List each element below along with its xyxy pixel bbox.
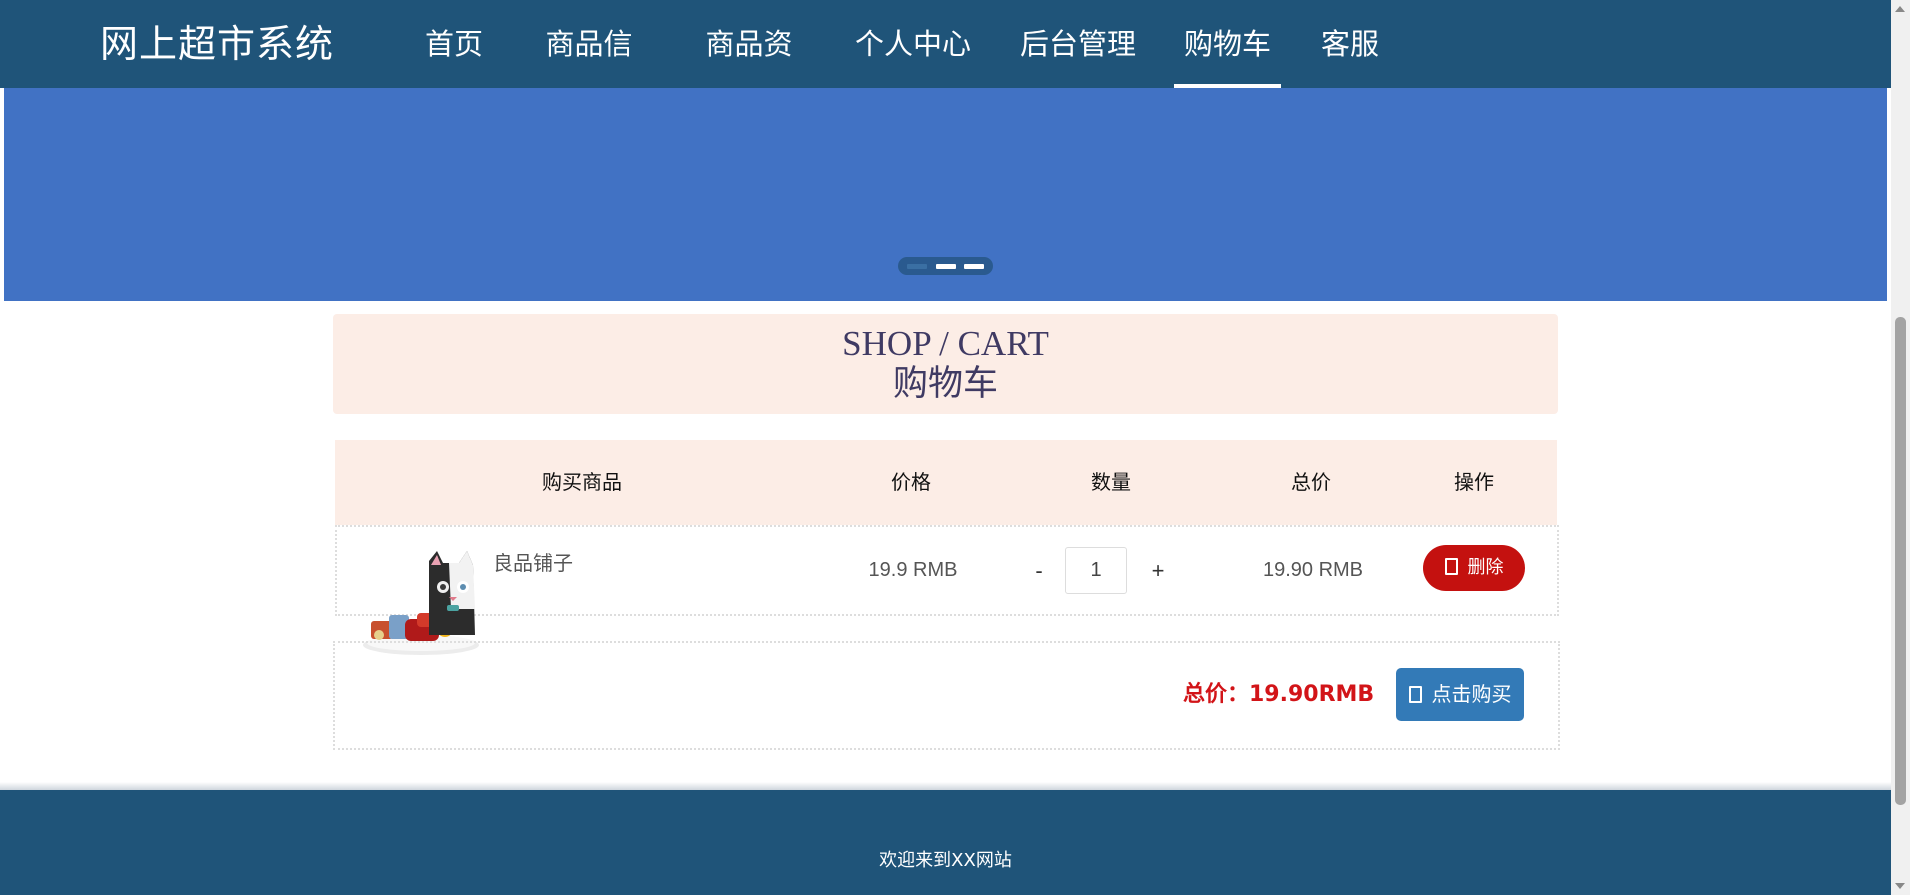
nav-product-info[interactable]: 商品信息 [533,0,645,149]
column-subtotal: 总价 [1291,470,1331,494]
nav-product-news[interactable]: 商品资讯 [693,0,805,149]
checkout-panel: 总价：19.90RMB 点击购买 [333,641,1560,750]
site-header: 网上超市系统 首页 商品信息 商品资讯 个人中心 后台管理 购物车 客服 [0,0,1891,149]
buy-button-label: 点击购买 [1431,682,1512,706]
cart-icon [1408,685,1422,703]
column-action: 操作 [1454,470,1494,494]
nav-admin[interactable]: 后台管理 [1020,0,1136,88]
nav-cart[interactable]: 购物车 [1174,0,1281,88]
quantity-decrease-button[interactable]: - [1035,527,1042,614]
cart-table-header: 购买商品 价格 数量 总价 操作 [335,440,1557,525]
product-name[interactable]: 良品铺子 [493,547,573,576]
footer-text: 欢迎来到XX网站 [879,850,1012,871]
delete-button-label: 删除 [1467,557,1504,578]
footer-divider [0,782,1891,790]
site-footer: 欢迎来到XX网站 [0,790,1891,895]
carousel-dot-3[interactable] [964,264,984,269]
cart-title-cn: 购物车 [892,364,998,404]
nav-home[interactable]: 首页 [425,0,483,88]
total-price: 总价：19.90RMB [1183,682,1375,707]
quantity-increase-button[interactable]: + [1152,527,1165,614]
carousel-indicator [898,257,993,275]
nav-personal-center[interactable]: 个人中心 [855,0,971,88]
column-product: 购买商品 [542,470,622,494]
column-quantity: 数量 [1091,470,1131,494]
page-scrollbar[interactable] [1891,0,1910,895]
buy-button[interactable]: 点击购买 [1396,668,1524,721]
nav-service[interactable]: 客服 [1321,0,1379,88]
carousel-dot-1[interactable] [907,264,927,269]
quantity-input[interactable]: 1 [1065,547,1127,594]
carousel-dot-2[interactable] [936,264,956,269]
column-price: 价格 [891,470,931,494]
site-brand[interactable]: 网上超市系统 [100,18,334,70]
product-price: 19.9 RMB [868,559,958,581]
cart-title-en: SHOP / CART [842,324,1049,363]
table-row: 良品铺子 19.9 RMB - 1 + 19.90 RMB 删除 [335,525,1559,655]
scroll-thumb[interactable] [1895,317,1906,805]
scroll-down-arrow-icon[interactable] [1895,883,1905,889]
product-subtotal: 19.90 RMB [1262,559,1364,581]
delete-button[interactable]: 删除 [1423,545,1525,591]
scroll-up-arrow-icon[interactable] [1895,6,1905,12]
trash-icon [1444,558,1458,575]
cart-title-panel: SHOP / CART 购物车 [333,314,1558,414]
